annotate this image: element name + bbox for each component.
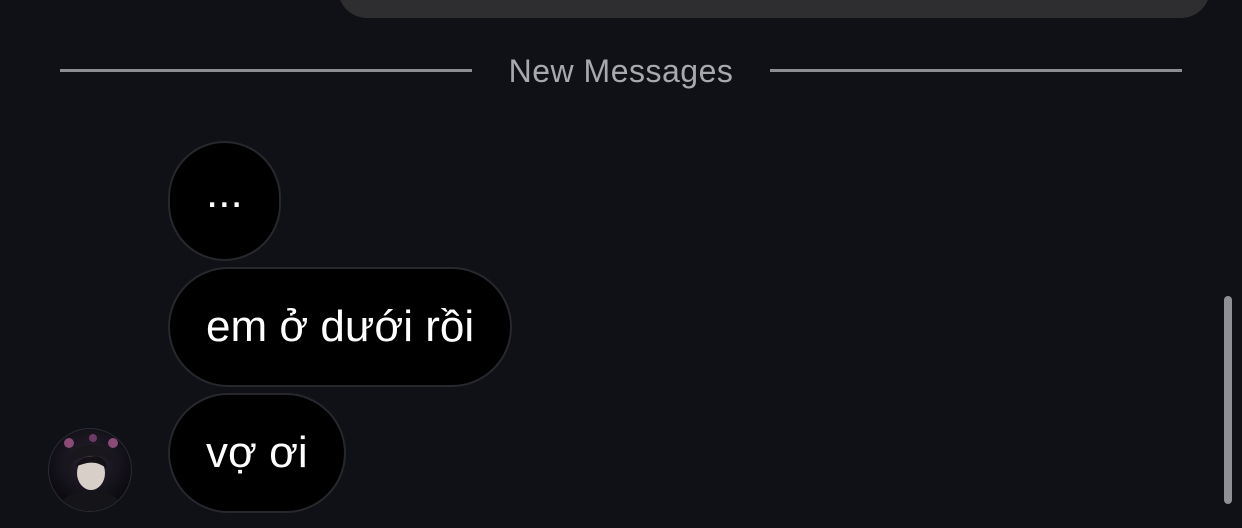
previous-message-bubble[interactable]	[338, 0, 1210, 18]
new-messages-divider: New Messages	[508, 53, 734, 89]
sender-avatar[interactable]	[48, 428, 132, 512]
user-avatar-icon	[57, 434, 125, 511]
message-bubble[interactable]: ...	[168, 141, 281, 261]
scrollbar-thumb[interactable]	[1224, 296, 1232, 504]
message-text: vợ ơi	[206, 428, 308, 477]
chat-thread: New Messages ... em ở dưới rồi vợ ơi	[0, 0, 1242, 528]
message-text: em ở dưới rồi	[206, 302, 475, 351]
message-text: ...	[206, 168, 243, 217]
message-bubble[interactable]: vợ ơi	[168, 393, 346, 513]
divider-line-right	[770, 69, 1182, 72]
divider-line-left	[60, 69, 472, 72]
message-bubble[interactable]: em ở dưới rồi	[168, 267, 513, 387]
